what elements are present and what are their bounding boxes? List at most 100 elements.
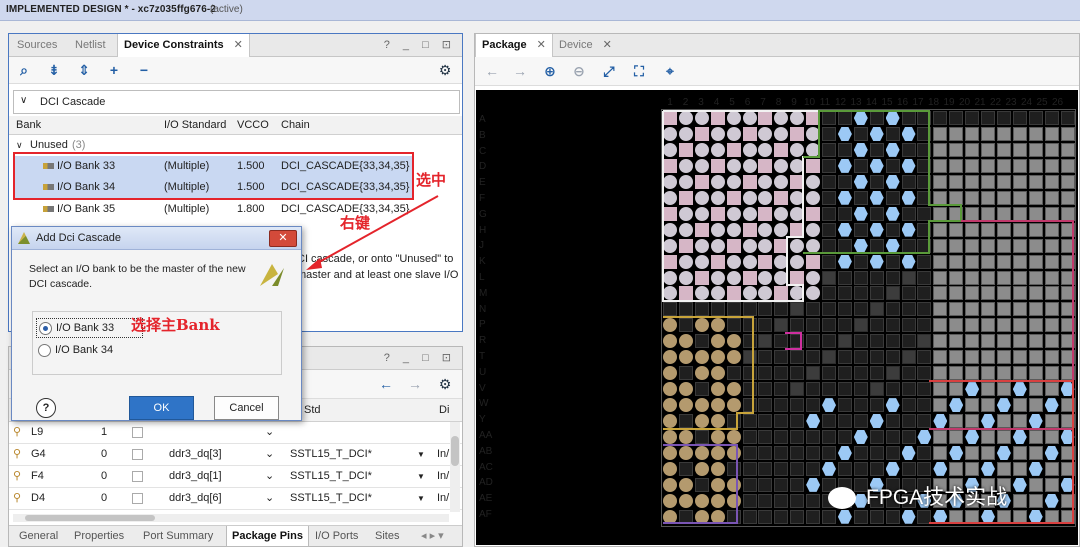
gear-icon[interactable]: ⚙ [436, 375, 454, 393]
column-number: 18 [927, 97, 940, 108]
arrow-right-icon[interactable]: → [406, 375, 424, 393]
crosshair-icon[interactable]: ⌖ [661, 62, 679, 80]
tab-properties[interactable]: Properties [74, 526, 124, 546]
tab-io-ports[interactable]: I/O Ports [315, 526, 358, 546]
row-label: AF [479, 509, 492, 520]
zoom-fit-icon[interactable]: ⤢ [600, 62, 618, 80]
dropdown-arrow-icon[interactable]: ▼ [417, 444, 425, 465]
column-bank[interactable]: Bank [16, 116, 41, 134]
option-label: I/O Bank 33 [56, 322, 115, 334]
expand-all-icon[interactable]: ⇕ [75, 61, 93, 79]
bank-outlines [662, 110, 1074, 524]
tab-general[interactable]: General [19, 526, 58, 546]
app-icon [18, 232, 30, 244]
column-number: 23 [1005, 97, 1017, 108]
pin-value: 0 [101, 448, 108, 460]
table-row[interactable]: ⚲ F4 0 ddr3_dq[1] ⌄ SSTL15_T_DCI* ▼ In/ [9, 466, 462, 488]
dialog-title-bar[interactable]: Add Dci Cascade ✕ [12, 227, 301, 250]
search-icon[interactable]: ⌕ [15, 61, 33, 79]
column-number: 8 [775, 97, 782, 108]
chevron-down-icon[interactable]: ⌄ [265, 466, 274, 487]
tab-sources[interactable]: Sources [11, 34, 63, 56]
ok-button[interactable]: OK [129, 396, 194, 420]
tab-package-pins[interactable]: Package Pins [226, 526, 309, 547]
table-row[interactable]: ⚲ L9 1 ⌄ [9, 422, 462, 444]
radio-bank-34[interactable] [38, 344, 51, 357]
fixed-checkbox[interactable] [132, 471, 143, 482]
bank-std: (Multiple) [164, 203, 210, 215]
tab-sites[interactable]: Sites [375, 526, 399, 546]
option-bank-33[interactable]: I/O Bank 33 [36, 318, 143, 338]
table-row[interactable]: ⚲ D4 0 ddr3_dq[6] ⌄ SSTL15_T_DCI* ▼ In/ [9, 488, 462, 510]
tab-device-constraints[interactable]: Device Constraints ✕ [117, 34, 250, 57]
bottom-tabbar: General Properties Port Summary Package … [9, 525, 462, 547]
zoom-area-icon[interactable]: ⛶ [630, 62, 648, 80]
arrow-right-icon[interactable]: → [511, 62, 529, 80]
chevron-down-icon[interactable]: ⌄ [265, 422, 274, 443]
pin-icon: ⚲ [13, 470, 22, 482]
radio-bank-33[interactable] [39, 322, 52, 335]
design-status: (active) [210, 4, 243, 15]
panel-window-controls[interactable]: ? _ □ ⊡ [384, 38, 456, 51]
chevron-down-icon[interactable]: ⌄ [265, 488, 274, 509]
dropdown-arrow-icon[interactable]: ▼ [417, 488, 425, 509]
add-icon[interactable]: + [105, 61, 123, 79]
tab-port-summary[interactable]: Port Summary [143, 526, 213, 546]
pin-dir: In/ [437, 448, 450, 460]
column-std[interactable]: Std [304, 399, 321, 421]
arrow-left-icon[interactable]: ← [377, 375, 395, 393]
gear-icon[interactable]: ⚙ [436, 61, 454, 79]
pin-dir: In/ [437, 492, 450, 504]
dropdown-arrow-icon[interactable]: ▼ [417, 466, 425, 487]
column-number: 9 [791, 97, 797, 108]
cancel-button[interactable]: Cancel [214, 396, 279, 420]
pin-value: 0 [101, 470, 108, 482]
dialog-message: Select an I/O bank to be the master of t… [29, 262, 246, 292]
close-icon[interactable]: ✕ [269, 230, 297, 247]
row-label: B [479, 129, 486, 141]
column-vcco[interactable]: VCCO [237, 116, 269, 134]
pin-icon: ⚲ [13, 448, 22, 460]
scrollbar-thumb[interactable] [25, 515, 155, 521]
horizontal-scrollbar[interactable] [13, 514, 449, 522]
bank-35-outline [662, 110, 820, 302]
option-bank-34[interactable]: I/O Bank 34 [36, 341, 141, 359]
column-number: 20 [958, 97, 971, 108]
arrow-left-icon[interactable]: ← [483, 62, 501, 80]
tab-device[interactable]: Device ✕ [553, 34, 618, 56]
table-row[interactable]: ⚲ G4 0 ddr3_dq[3] ⌄ SSTL15_T_DCI* ▼ In/ [9, 444, 462, 466]
row-label: P [479, 319, 486, 331]
fixed-checkbox[interactable] [132, 427, 143, 438]
bank-name: I/O Bank 35 [57, 203, 116, 215]
close-icon[interactable]: ✕ [537, 39, 546, 51]
column-io-standard[interactable]: I/O Standard [164, 116, 226, 134]
pin-std: SSTL15_T_DCI* [290, 448, 372, 460]
row-label: R [479, 335, 487, 347]
column-number: 17 [912, 97, 924, 108]
tab-netlist[interactable]: Netlist [69, 34, 112, 56]
column-dir[interactable]: Di [439, 399, 449, 421]
scrollbar-thumb[interactable] [451, 436, 459, 466]
column-number: 4 [713, 97, 720, 108]
fixed-checkbox[interactable] [132, 493, 143, 504]
fixed-checkbox[interactable] [132, 449, 143, 460]
collapse-all-icon[interactable]: ⇟ [45, 61, 63, 79]
vertical-scrollbar[interactable] [450, 422, 460, 512]
design-title: IMPLEMENTED DESIGN * - xc7z035ffg676-2 [6, 4, 216, 15]
remove-icon[interactable]: − [135, 61, 153, 79]
dci-cascade-selector[interactable]: ∨ DCI Cascade [13, 90, 460, 114]
pin-std: SSTL15_T_DCI* [290, 470, 372, 482]
tab-package[interactable]: Package ✕ [475, 34, 553, 57]
column-number: 5 [729, 97, 735, 108]
chevron-down-icon[interactable]: ⌄ [265, 444, 274, 465]
close-icon[interactable]: ✕ [603, 39, 612, 51]
tab-scroll-icon[interactable]: ◂ ▸ ▾ [421, 526, 444, 546]
zoom-out-icon[interactable]: ⊖ [570, 62, 588, 80]
row-label: C [479, 145, 487, 157]
help-button[interactable]: ? [36, 398, 56, 418]
close-icon[interactable]: ✕ [234, 39, 243, 51]
column-chain[interactable]: Chain [281, 116, 310, 134]
row-label: AD [479, 477, 493, 489]
panel-window-controls[interactable]: ? _ □ ⊡ [384, 351, 456, 364]
zoom-in-icon[interactable]: ⊕ [541, 62, 559, 80]
